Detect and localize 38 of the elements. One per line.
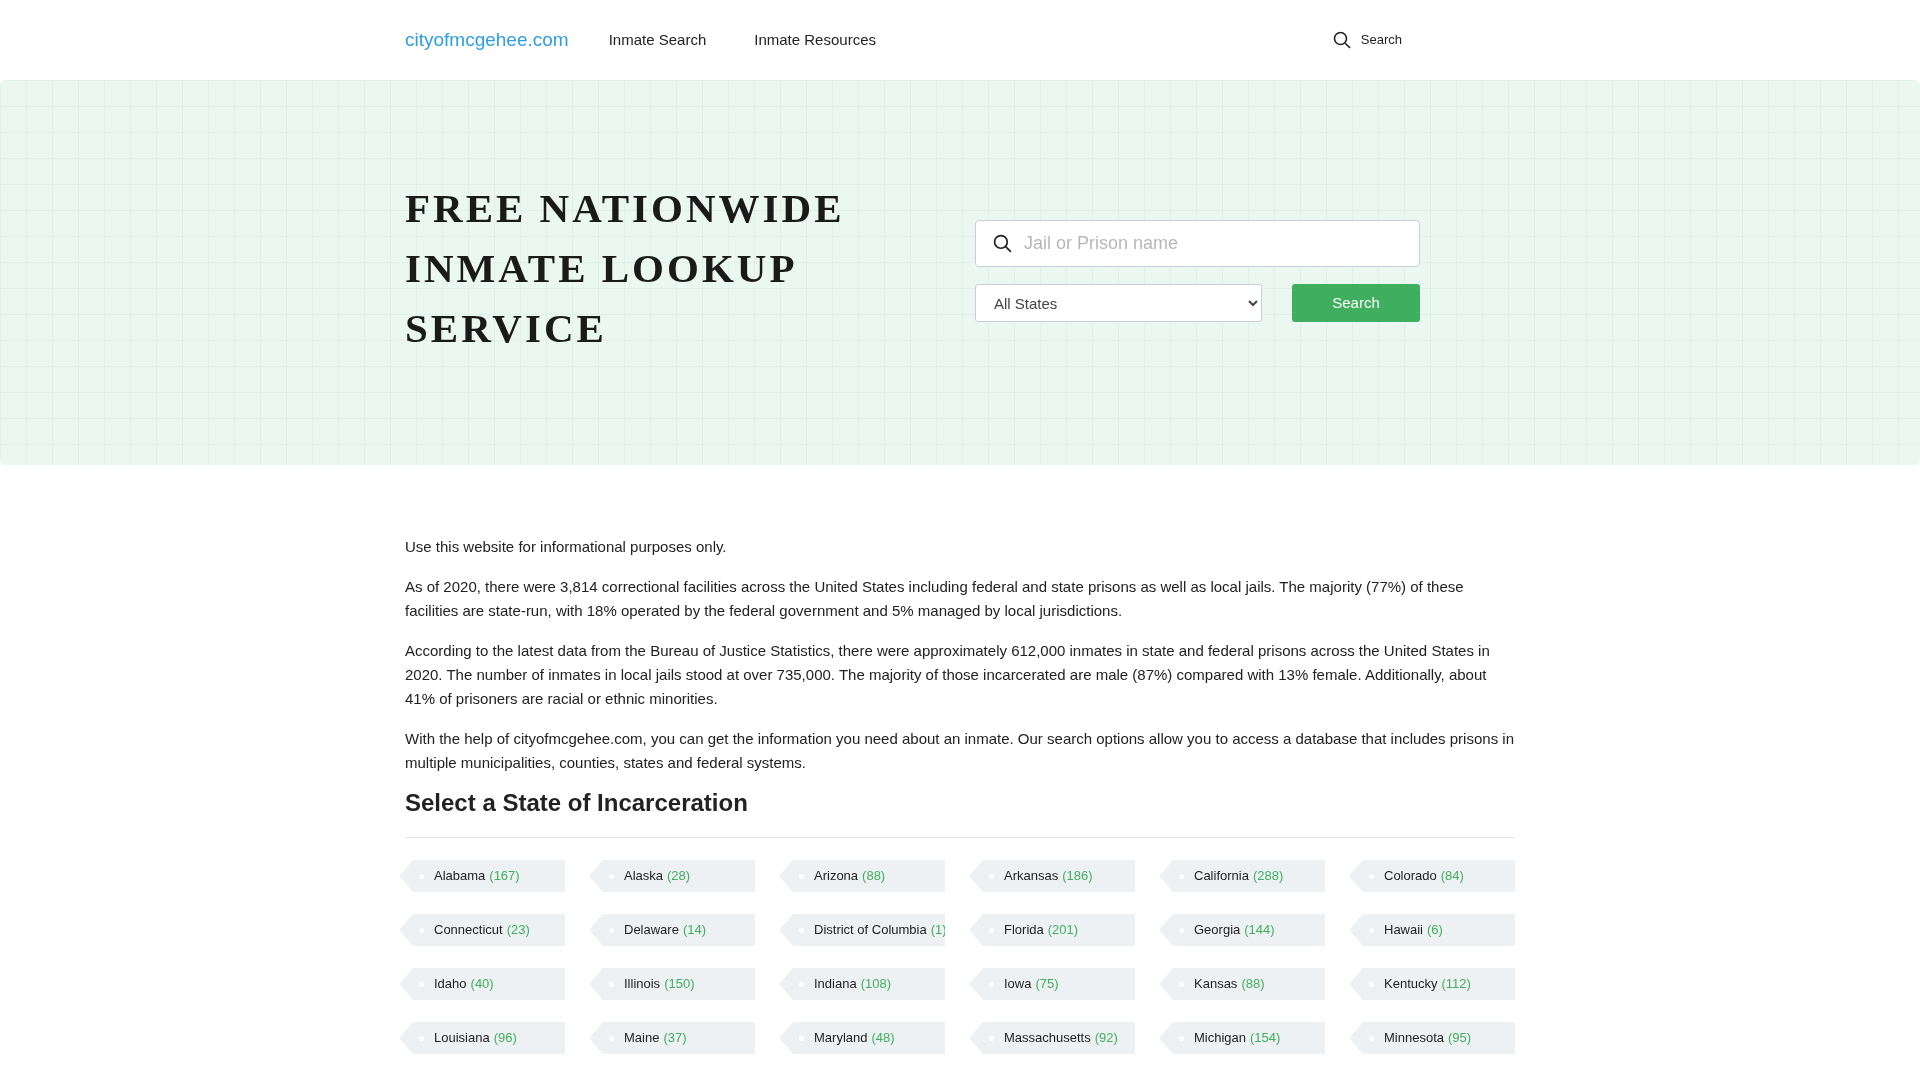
state-tag[interactable]: Idaho (40) — [399, 968, 565, 1000]
state-tag[interactable]: Maine (37) — [589, 1022, 755, 1054]
state-tag[interactable]: Illinois (150) — [589, 968, 755, 1000]
state-tag[interactable]: Indiana (108) — [779, 968, 945, 1000]
nav-link[interactable]: Inmate Resources — [754, 28, 876, 52]
nav-link[interactable]: Inmate Search — [608, 28, 707, 52]
state-tag[interactable]: Massachusetts (92) — [969, 1022, 1135, 1054]
state-tag[interactable]: Florida (201) — [969, 914, 1135, 946]
state-tag[interactable]: Georgia (144) — [1159, 914, 1325, 946]
state-tag[interactable]: Colorado (84) — [1349, 860, 1515, 892]
state-tag[interactable]: Arizona (88) — [779, 860, 945, 892]
paragraph: According to the latest data from the Bureau of Justice Statistics, there were approximately 612,000 inmates in state and federal prisons across the United States in 2020. The number of inmates in local jails stood at over 735,000. The majority of those incarcerated are male (87%) compared with 13% female. Additionally, about 41% of prisoners are racial or ethnic minorities. — [405, 641, 1491, 709]
state-tag[interactable]: Minnesota (95) — [1349, 1022, 1515, 1054]
state-tag[interactable]: Iowa (75) — [969, 968, 1135, 1000]
state-tag[interactable]: Arkansas (186) — [969, 860, 1135, 892]
search-field[interactable]: Jail or Prison name — [975, 220, 1420, 267]
state-tag[interactable]: Kentucky (112) — [1349, 968, 1515, 1000]
search-icon — [993, 234, 1012, 253]
state-tag[interactable]: Connecticut (23) — [399, 914, 565, 946]
state-tag[interactable]: California (288) — [1159, 860, 1325, 892]
state-select[interactable]: All States — [975, 284, 1262, 322]
hero-title-line: INMATE LOOKUP — [405, 244, 799, 293]
search-link[interactable]: Search — [1360, 30, 1402, 50]
section-heading: Select a State of Incarceration — [405, 788, 749, 818]
state-tag[interactable]: Michigan (154) — [1159, 1022, 1325, 1054]
hero-title-line: FREE NATIONWIDE — [405, 184, 845, 233]
paragraph: As of 2020, there were 3,814 correctional facilities across the United States including federal and state prisons as well as local jails. The majority (77%) of these facilities are state-run, with 18% operated by the federal government and 5% managed by local jurisdictions. — [405, 577, 1465, 621]
state-tag[interactable]: Louisiana (96) — [399, 1022, 565, 1054]
search-icon[interactable] — [1332, 31, 1351, 49]
paragraph: With the help of cityofmcgehee.com, you can get the information you need about an inmate. Our search options allow you to access a database that includes prisons in multiple municipalities, counties, states and federal systems. — [405, 729, 1515, 773]
hero-title-line: SERVICE — [405, 304, 608, 353]
state-tag[interactable]: Kansas (88) — [1159, 968, 1325, 1000]
state-tag[interactable]: Alabama (167) — [399, 860, 565, 892]
paragraph: Use this website for informational purposes only. — [405, 537, 728, 557]
state-tag[interactable]: Maryland (48) — [779, 1022, 945, 1054]
state-tag[interactable]: Hawaii (6) — [1349, 914, 1515, 946]
state-tag[interactable]: Alaska (28) — [589, 860, 755, 892]
state-tag[interactable]: Delaware (14) — [589, 914, 755, 946]
